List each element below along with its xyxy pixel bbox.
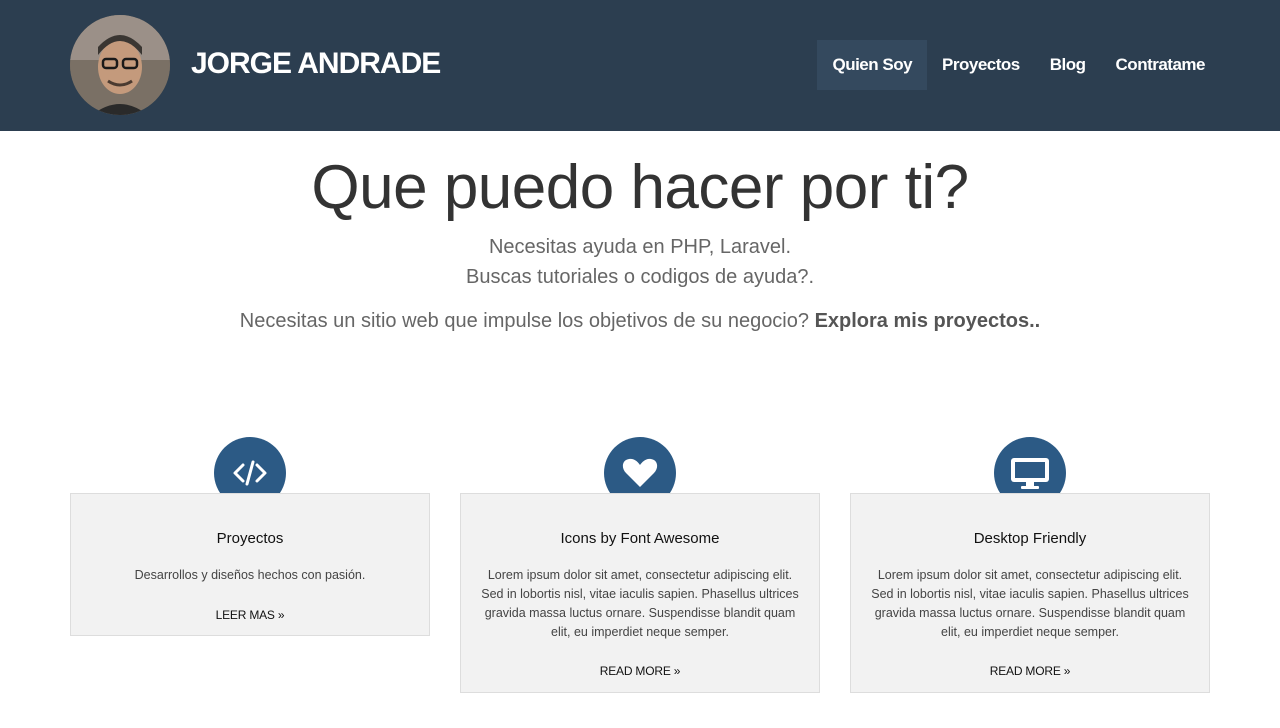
intro-subtitle: Necesitas ayuda en PHP, Laravel. Buscas … — [0, 232, 1280, 292]
leer-mas-link[interactable]: LEER MAS » — [216, 607, 285, 623]
cta-link[interactable]: Explora mis proyectos.. — [815, 310, 1041, 332]
feature-title: Desktop Friendly — [973, 530, 1087, 547]
avatar-photo — [70, 15, 170, 115]
site-header: JORGE ANDRADE Quien Soy Proyectos Blog C… — [0, 0, 1280, 131]
feature-title: Proyectos — [216, 530, 284, 547]
read-more-link[interactable]: READ MORE » — [600, 663, 681, 679]
intro-line-2: Buscas tutoriales o codigos de ayuda?. — [466, 266, 814, 288]
feature-card-desktop: Desktop Friendly Lorem ipsum dolor sit a… — [850, 493, 1210, 693]
nav-proyectos[interactable]: Proyectos — [927, 40, 1035, 90]
intro-line-1: Necesitas ayuda en PHP, Laravel. — [488, 236, 792, 258]
read-more-link[interactable]: READ MORE » — [990, 663, 1071, 679]
nav-contratame[interactable]: Contratame — [1101, 40, 1220, 90]
feature-text: Desarrollos y diseños hechos con pasión. — [134, 568, 366, 582]
intro-title: Que puedo hacer por ti? — [311, 153, 969, 222]
avatar[interactable] — [70, 15, 170, 115]
site-brand[interactable]: JORGE ANDRADE — [191, 44, 441, 84]
cta-text: Necesitas un sitio web que impulse los o… — [239, 310, 809, 332]
feature-card-proyectos: Proyectos Desarrollos y diseños hechos c… — [70, 493, 430, 636]
feature-text: Lorem ipsum dolor sit amet, consectetur … — [871, 568, 1189, 639]
feature-card-icons: Icons by Font Awesome Lorem ipsum dolor … — [460, 493, 820, 693]
nav-blog[interactable]: Blog — [1035, 40, 1101, 90]
intro-section: Que puedo hacer por ti? Necesitas ayuda … — [0, 150, 1280, 336]
feature-title: Icons by Font Awesome — [560, 530, 720, 547]
main-nav: Quien Soy Proyectos Blog Contratame — [817, 40, 1220, 90]
feature-text: Lorem ipsum dolor sit amet, consectetur … — [481, 568, 799, 639]
nav-quien-soy[interactable]: Quien Soy — [817, 40, 928, 90]
intro-cta: Necesitas un sitio web que impulse los o… — [0, 306, 1280, 336]
